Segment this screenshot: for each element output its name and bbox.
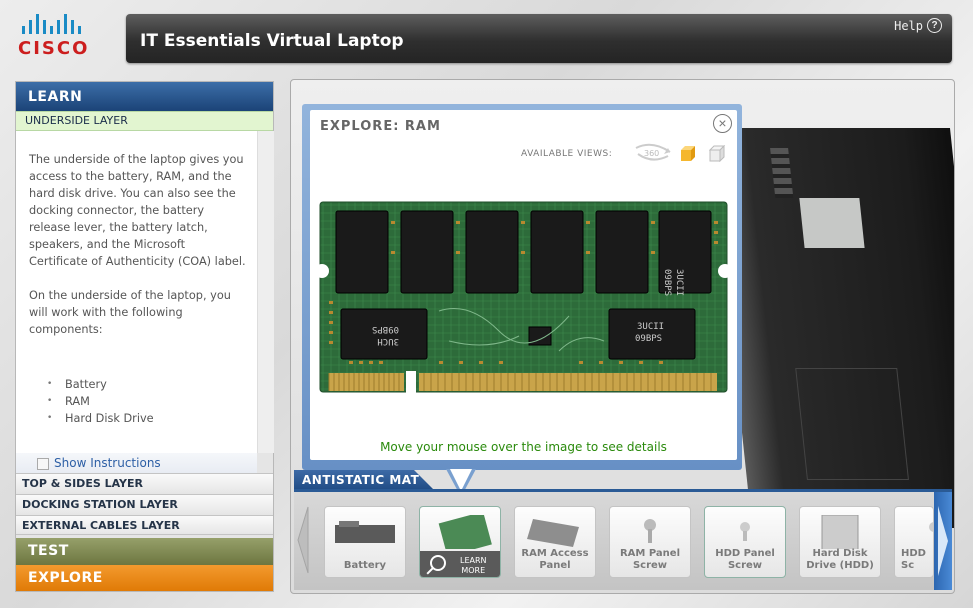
svg-text:09BPS: 09BPS — [635, 334, 662, 344]
current-layer-item[interactable]: UNDERSIDE LAYER — [16, 111, 273, 131]
tray-item-label: HDD Panel Screw — [715, 548, 775, 571]
ram-thumbnail — [438, 515, 492, 549]
component-list: Battery RAM Hard Disk Drive — [29, 376, 247, 427]
help-button[interactable]: Help ? — [894, 18, 942, 33]
tray-item-hard-disk-drive[interactable]: Hard Disk Drive (HDD) — [799, 506, 881, 578]
screw-thumbnail — [644, 519, 656, 543]
layer-item-top-sides[interactable]: TOP & SIDES LAYER — [16, 473, 273, 493]
learn-more-button[interactable]: LEARN MORE — [420, 551, 500, 577]
tray-item-label: RAM Panel Screw — [619, 548, 680, 571]
laptop-underside-image[interactable] — [709, 128, 954, 528]
cube-view-back-icon[interactable] — [709, 145, 726, 162]
explore-header[interactable]: EXPLORE — [16, 565, 273, 591]
coa-label — [799, 198, 865, 248]
learn-more-label: LEARN — [460, 556, 487, 565]
battery-bay — [795, 368, 909, 480]
hdd-thumbnail — [821, 515, 859, 549]
description-paragraph: The underside of the laptop gives you ac… — [29, 153, 246, 268]
battery-thumbnail — [335, 521, 395, 543]
tray-item-battery[interactable]: Battery — [324, 506, 406, 578]
tray-item-ram-panel-screw[interactable]: RAM Panel Screw — [609, 506, 691, 578]
close-icon[interactable]: × — [713, 114, 732, 133]
tray-item-label: Hard Disk Drive (HDD) — [806, 548, 874, 571]
logo-text: CISCO — [18, 38, 90, 59]
description-panel: The underside of the laptop gives you ac… — [16, 131, 257, 453]
list-item: RAM — [47, 393, 247, 410]
show-instructions-toggle[interactable]: Show Instructions — [16, 453, 257, 473]
magnifier-icon — [430, 555, 446, 571]
list-item: Battery — [47, 376, 247, 393]
view-360-label: 360 — [644, 149, 659, 158]
sidebar: LEARN UNDERSIDE LAYER The underside of t… — [15, 81, 274, 592]
tray-item-label: RAM Access Panel — [521, 548, 589, 571]
scroll-left-icon[interactable] — [296, 505, 310, 575]
title-bar: IT Essentials Virtual Laptop Help ? — [126, 14, 952, 63]
layer-item-external-cables[interactable]: EXTERNAL CABLES LAYER — [16, 515, 273, 535]
test-header[interactable]: TEST — [16, 538, 273, 565]
svg-text:3UCH: 3UCH — [377, 336, 399, 346]
tray-item-label: HDD Sc — [901, 548, 926, 571]
help-icon: ? — [927, 18, 942, 33]
layer-item-docking-station[interactable]: DOCKING STATION LAYER — [16, 494, 273, 514]
help-label: Help — [894, 18, 923, 33]
learn-header[interactable]: LEARN — [16, 82, 273, 111]
svg-text:09BPS: 09BPS — [662, 269, 672, 296]
available-views-label: AVAILABLE VIEWS: — [521, 149, 613, 159]
antistatic-mat-label: ANTISTATIC MAT — [294, 470, 434, 490]
svg-text:3UCII: 3UCII — [674, 269, 684, 296]
tray-item-hdd-screw[interactable]: HDD Sc — [894, 506, 934, 578]
tray-item-label: Battery — [343, 560, 387, 571]
tray-item-ram[interactable]: LEARN MORE — [419, 506, 501, 578]
learn-more-label: MORE — [461, 566, 486, 575]
ram-module-image[interactable]: 3UCII 09BPS 3UCH 09BPS 3UCII 09BPS — [319, 201, 728, 395]
cisco-logo: CISCO — [18, 14, 104, 64]
description-paragraph: On the underside of the laptop, you will… — [29, 289, 231, 336]
hover-hint: Move your mouse over the image to see de… — [380, 440, 667, 454]
scroll-right-button[interactable] — [934, 492, 952, 590]
tray-item-ram-access-panel[interactable]: RAM Access Panel — [514, 506, 596, 578]
screw-thumbnail — [740, 522, 750, 541]
scrollbar[interactable] — [257, 131, 274, 453]
checkbox[interactable] — [37, 458, 49, 470]
scroll-right-icon — [938, 506, 948, 576]
screw-thumbnail — [929, 522, 933, 532]
cisco-bars-icon — [22, 14, 104, 34]
explore-popup: EXPLORE: RAM × AVAILABLE VIEWS: 360 3UCI… — [310, 110, 737, 460]
panel-thumbnail — [527, 519, 579, 547]
popup-title: EXPLORE: RAM — [320, 119, 441, 134]
rotate-360-icon[interactable]: 360 — [632, 142, 674, 162]
app-title: IT Essentials Virtual Laptop — [140, 31, 404, 51]
svg-text:09BPS: 09BPS — [372, 324, 399, 334]
svg-text:3UCII: 3UCII — [637, 322, 664, 332]
cube-view-front-icon[interactable] — [680, 145, 697, 162]
show-instructions-label: Show Instructions — [54, 456, 161, 470]
tray-item-hdd-panel-screw[interactable]: HDD Panel Screw — [704, 506, 786, 578]
list-item: Hard Disk Drive — [47, 410, 247, 427]
